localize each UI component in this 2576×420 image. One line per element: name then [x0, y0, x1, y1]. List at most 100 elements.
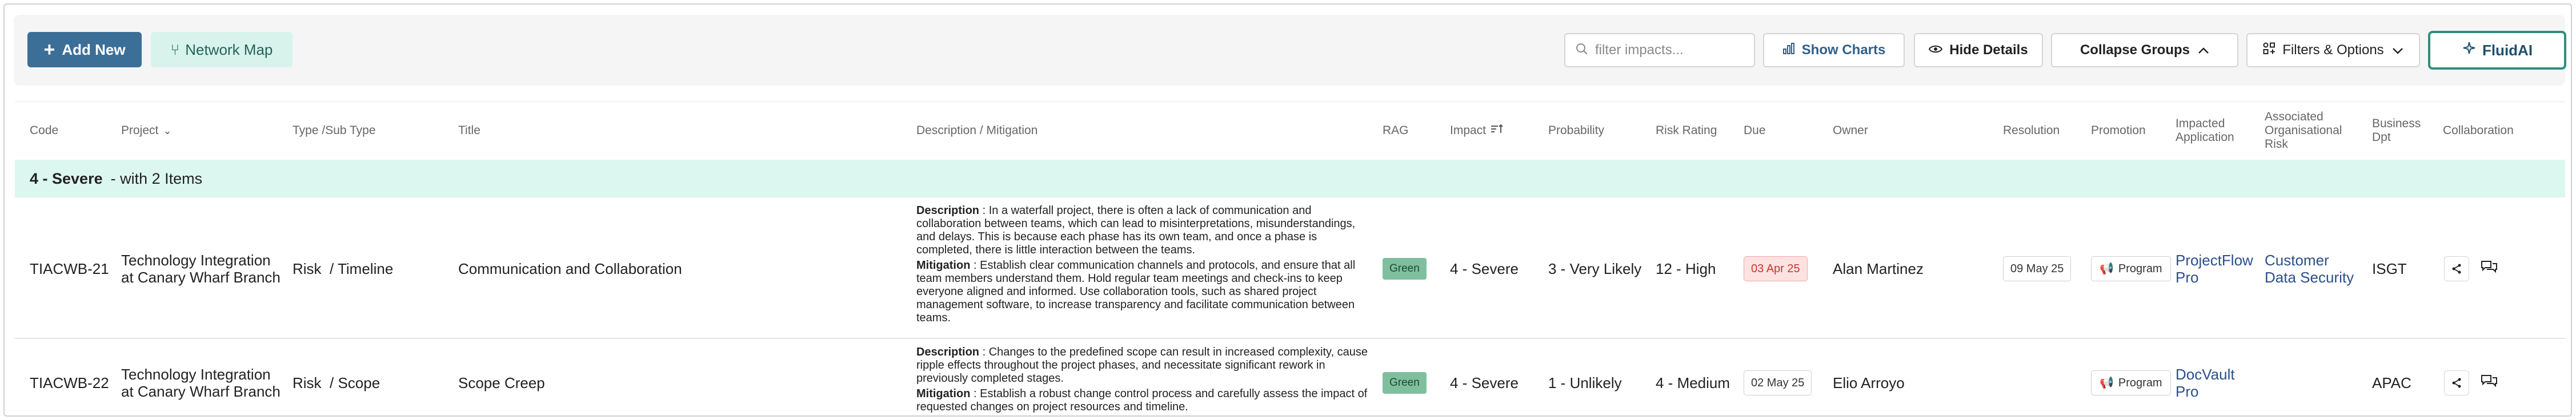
show-charts-button[interactable]: Show Charts [1763, 33, 1905, 67]
description-label: Description [916, 346, 980, 358]
cell-type: Risk / Scope [293, 374, 380, 391]
show-charts-label: Show Charts [1801, 42, 1886, 58]
chat-icon[interactable] [2481, 260, 2498, 278]
search-input[interactable] [1595, 42, 1744, 58]
column-header-probability[interactable]: Probability [1548, 102, 1604, 159]
cell-impacted-application[interactable]: ProjectFlow Pro [2176, 199, 2255, 339]
cell-project: Technology Integration at Canary Wharf B… [121, 366, 281, 400]
column-header-title[interactable]: Title [458, 102, 480, 159]
cell-probability: 3 - Very Likely [1548, 260, 1642, 277]
collapse-groups-button[interactable]: Collapse Groups [2051, 33, 2238, 67]
column-header-description[interactable]: Description / Mitigation [916, 102, 1037, 159]
due-date-badge: 03 Apr 25 [1744, 256, 1808, 281]
cell-collaboration [2444, 340, 2498, 415]
chevron-up-icon [2198, 43, 2209, 58]
cell-business-dpt: APAC [2372, 374, 2411, 391]
column-header-business-dpt[interactable]: Business Dpt [2372, 102, 2435, 159]
cell-owner: Alan Martinez [1833, 260, 1924, 277]
cell-associated-risk[interactable]: Customer Data Security [2265, 199, 2362, 339]
app-frame: + Add New ⑂ Network Map Show Charts Hide… [3, 3, 2572, 417]
mitigation-label: Mitigation [916, 387, 971, 400]
description-text: : Changes to the predefined scope can re… [916, 346, 1368, 385]
cell-promotion: 📢 Program [2091, 340, 2171, 415]
cell-code: TIACWB-22 [30, 374, 109, 391]
column-header-resolution[interactable]: Resolution [2003, 102, 2060, 159]
filters-options-label: Filters & Options [2282, 42, 2384, 58]
column-header-code[interactable]: Code [30, 102, 58, 159]
cell-impact: 4 - Severe [1450, 374, 1519, 391]
resolution-date-badge: 09 May 25 [2003, 256, 2072, 281]
column-header-risk-rating[interactable]: Risk Rating [1656, 102, 1717, 159]
share-icon[interactable] [2444, 256, 2469, 281]
promotion-chip[interactable]: 📢 Program [2091, 256, 2171, 281]
column-header-promotion[interactable]: Promotion [2091, 102, 2146, 159]
cell-title[interactable]: Scope Creep [458, 340, 545, 415]
cell-rag: Green [1383, 199, 1427, 339]
branch-icon: ⑂ [170, 41, 180, 58]
mitigation-text: : Establish a robust change control proc… [916, 387, 1368, 413]
column-header-collaboration[interactable]: Collaboration [2443, 102, 2514, 159]
group-subtitle: - with 2 Items [110, 169, 203, 187]
filters-options-button[interactable]: Filters & Options [2246, 33, 2420, 67]
mitigation-text: : Establish clear communication channels… [916, 259, 1356, 324]
cell-type: Risk / Timeline [293, 260, 394, 277]
add-new-button[interactable]: + Add New [27, 32, 142, 67]
cell-rag: Green [1383, 340, 1427, 415]
chat-icon[interactable] [2481, 374, 2498, 392]
group-header[interactable]: 4 - Severe - with 2 Items [15, 160, 2565, 197]
description-text: : In a waterfall project, there is often… [916, 204, 1356, 256]
hide-details-button[interactable]: Hide Details [1914, 33, 2043, 67]
mitigation-label: Mitigation [916, 259, 971, 272]
column-header-rag[interactable]: RAG [1383, 102, 1409, 159]
cell-risk-rating: 4 - Medium [1656, 374, 1730, 391]
cell-title[interactable]: Communication and Collaboration [458, 199, 682, 339]
chevron-down-icon [2392, 43, 2403, 58]
column-header-owner[interactable]: Owner [1833, 102, 1868, 159]
column-header-project[interactable]: Project ⌄ [121, 102, 171, 159]
cell-probability: 1 - Unlikely [1548, 374, 1622, 391]
column-header-impact[interactable]: Impact [1450, 102, 1503, 159]
network-map-button[interactable]: ⑂ Network Map [151, 32, 293, 67]
megaphone-icon: 📢 [2100, 377, 2114, 389]
search-box[interactable] [1564, 33, 1755, 67]
column-header-type[interactable]: Type /Sub Type [293, 102, 376, 159]
cell-due: 03 Apr 25 [1744, 199, 1808, 339]
column-header-due[interactable]: Due [1744, 102, 1766, 159]
cell-description: Description : Changes to the predefined … [916, 346, 1373, 415]
search-icon [1576, 42, 1588, 59]
promotion-chip[interactable]: 📢 Program [2091, 370, 2171, 395]
filter-grid-icon [2263, 42, 2275, 59]
collapse-groups-label: Collapse Groups [2080, 42, 2190, 58]
cell-collaboration [2444, 199, 2498, 339]
rag-badge: Green [1383, 372, 1427, 394]
cell-code: TIACWB-21 [30, 260, 109, 277]
table-row[interactable]: TIACWB-21 Technology Integration at Cana… [15, 199, 2565, 339]
table-header: Code Project ⌄ Type /Sub Type Title Descr… [15, 102, 2565, 159]
eye-icon [1929, 42, 1943, 58]
cell-impact: 4 - Severe [1450, 260, 1519, 277]
rag-badge: Green [1383, 258, 1427, 280]
sort-icon [1491, 124, 1503, 138]
megaphone-icon: 📢 [2100, 262, 2114, 275]
cell-promotion: 📢 Program [2091, 199, 2171, 339]
fluidai-label: FluidAI [2482, 41, 2533, 59]
bar-chart-icon [1782, 42, 1795, 59]
cell-impacted-application[interactable]: DocVault Pro [2176, 340, 2255, 415]
fluidai-button[interactable]: FluidAI [2428, 31, 2566, 70]
table-row[interactable]: TIACWB-22 Technology Integration at Cana… [15, 340, 2565, 415]
network-map-label: Network Map [185, 41, 273, 58]
column-header-impacted-application[interactable]: Impacted Application [2176, 102, 2250, 159]
group-title: 4 - Severe [30, 169, 103, 187]
cell-project: Technology Integration at Canary Wharf B… [121, 252, 281, 286]
cell-risk-rating: 12 - High [1656, 260, 1716, 277]
share-icon[interactable] [2444, 370, 2469, 395]
ai-sparkle-icon [2462, 41, 2477, 60]
add-new-label: Add New [62, 41, 126, 58]
description-label: Description [916, 204, 980, 217]
chevron-down-icon: ⌄ [163, 125, 172, 136]
due-date-badge: 02 May 25 [1744, 370, 1812, 395]
toolbar: + Add New ⑂ Network Map Show Charts Hide… [14, 15, 2566, 86]
cell-due: 02 May 25 [1744, 340, 1812, 415]
hide-details-label: Hide Details [1949, 42, 2028, 58]
column-header-associated-risk[interactable]: Associated Organisational Risk [2265, 102, 2361, 159]
